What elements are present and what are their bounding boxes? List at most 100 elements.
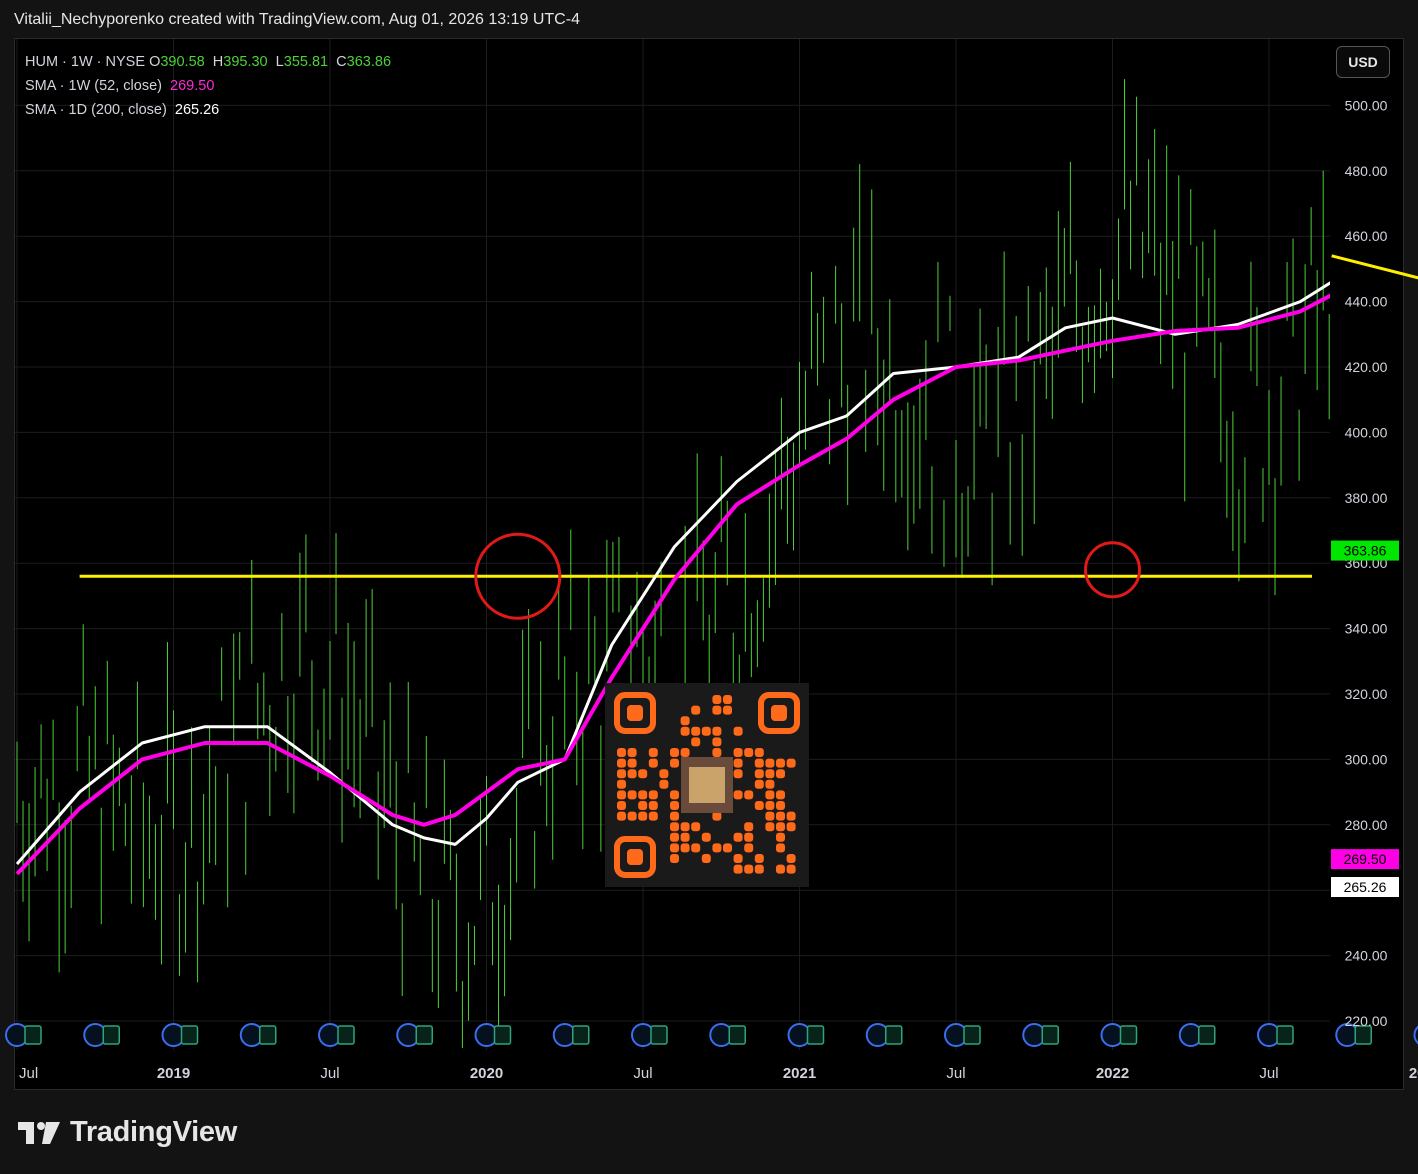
qr-module	[765, 811, 775, 821]
dividend-icon	[493, 1025, 512, 1045]
qr-module	[744, 822, 754, 832]
y-tick-label: 300.00	[1345, 751, 1388, 767]
chart-legend: HUM · 1W · NYSE O390.58 H395.30 L355.81 …	[25, 50, 391, 122]
qr-module	[670, 854, 679, 863]
qr-module	[680, 726, 690, 736]
low-value: 355.81	[283, 54, 329, 70]
qr-module	[617, 758, 626, 768]
price-tag-label: 269.50	[1344, 851, 1387, 867]
x-tick-label: 2020	[470, 1065, 503, 1082]
qr-module	[670, 790, 679, 800]
qr-module	[680, 822, 690, 832]
y-tick-label: 480.00	[1345, 163, 1388, 179]
dividend-icon	[259, 1025, 277, 1045]
qr-module	[733, 769, 743, 779]
qr-module	[786, 854, 796, 863]
qr-module	[733, 832, 743, 842]
qr-module	[648, 748, 658, 757]
qr-module	[638, 811, 648, 821]
grid	[15, 39, 1330, 1050]
dividend-icon	[180, 1025, 199, 1045]
qr-module	[776, 769, 785, 779]
sma200-row: SMA · 1D (200, close) 265.26	[25, 98, 391, 122]
high-value: 395.30	[223, 54, 268, 70]
qr-module	[670, 801, 679, 810]
qr-module	[712, 726, 722, 736]
y-tick-label: 280.00	[1345, 817, 1388, 833]
qr-module	[754, 779, 764, 789]
qr-module	[712, 843, 722, 853]
earnings-icon	[1413, 1025, 1418, 1045]
qr-module	[733, 864, 743, 874]
qr-module	[754, 758, 764, 768]
y-tick-label: 460.00	[1345, 228, 1388, 244]
tradingview-logo[interactable]: TradingView	[16, 1116, 237, 1149]
qr-module	[680, 748, 690, 757]
qr-module	[617, 811, 626, 821]
qr-module	[712, 748, 722, 757]
qr-module	[617, 779, 626, 789]
price-bars	[16, 79, 1330, 1048]
dividend-icon	[963, 1025, 981, 1045]
qr-module	[733, 790, 743, 800]
earnings-markers	[5, 1023, 1418, 1047]
x-tick-label: 2022	[1096, 1065, 1129, 1082]
y-tick-label: 400.00	[1345, 424, 1388, 440]
sma200-label: SMA · 1D (200, close)	[25, 102, 167, 118]
qr-module	[670, 748, 679, 757]
qr-module	[638, 790, 648, 800]
qr-module	[701, 854, 711, 863]
qr-module	[691, 737, 701, 747]
qr-module	[733, 748, 743, 757]
dividend-icon	[24, 1025, 42, 1045]
qr-module	[776, 832, 785, 842]
qr-module	[765, 758, 775, 768]
qr-module	[733, 758, 743, 768]
price-chart[interactable]: 220.00240.00260.00280.00300.00320.00340.…	[0, 0, 1418, 1174]
price-tag-label: 265.26	[1344, 879, 1387, 895]
price-tag-label: 363.86	[1344, 543, 1387, 559]
dividend-icon	[337, 1025, 355, 1045]
qr-module	[617, 748, 626, 757]
qr-module	[627, 790, 637, 800]
qr-module	[648, 801, 658, 810]
qr-module	[638, 769, 648, 779]
qr-code-image	[605, 683, 809, 887]
qr-module	[723, 843, 732, 853]
qr-module	[670, 843, 679, 853]
qr-module	[648, 790, 658, 800]
qr-module	[765, 769, 775, 779]
qr-module	[765, 779, 775, 789]
price-tags: 363.86 269.50 265.26	[1331, 540, 1399, 897]
qr-module	[765, 822, 775, 832]
dividend-icon	[885, 1025, 903, 1045]
currency-button[interactable]: USD	[1336, 46, 1390, 78]
qr-module	[776, 864, 785, 874]
qr-module	[754, 769, 764, 779]
qr-module	[648, 811, 658, 821]
dividend-icon	[1119, 1025, 1138, 1045]
y-tick-label: 500.00	[1345, 97, 1388, 113]
qr-module	[691, 705, 701, 715]
qr-module	[754, 801, 764, 810]
qr-module	[712, 737, 722, 747]
qr-module	[617, 769, 626, 779]
qr-module	[754, 854, 764, 863]
qr-module	[627, 758, 637, 768]
time-axis: Jul2019Jul2020Jul2021Jul2022Jul2023Jul20…	[19, 1065, 1418, 1082]
qr-module	[712, 705, 722, 715]
open-value: 390.58	[160, 54, 205, 70]
qr-module	[786, 811, 796, 821]
qr-module	[680, 716, 690, 726]
qr-module	[786, 864, 796, 874]
close-value: 363.86	[346, 54, 392, 70]
qr-module	[701, 726, 711, 736]
x-tick-label: Jul	[320, 1065, 339, 1082]
dividend-icon	[1276, 1025, 1294, 1045]
y-tick-label: 380.00	[1345, 490, 1388, 506]
y-tick-label: 240.00	[1345, 948, 1388, 964]
x-tick-label: Jul	[19, 1065, 38, 1082]
y-tick-label: 420.00	[1345, 359, 1388, 375]
qr-module	[691, 843, 701, 853]
open-label: O	[149, 54, 161, 70]
